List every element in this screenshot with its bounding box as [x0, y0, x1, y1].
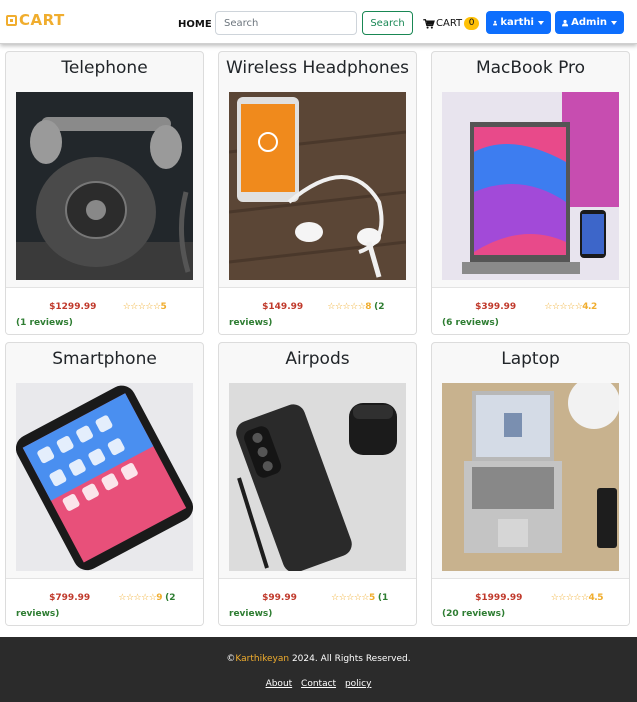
product-rating: 4.2: [582, 302, 597, 312]
copyright: ©Karthikeyan 2024. All Rights Reserved.: [0, 654, 637, 664]
rating-stars-icon: ☆☆☆☆☆: [544, 302, 583, 312]
logo-icon: [6, 14, 17, 26]
product-rating: 9: [156, 593, 163, 603]
product-title[interactable]: Smartphone: [6, 349, 203, 369]
product-card[interactable]: Wireless Headphones $149.99 ☆☆☆☆☆8 (2 re…: [218, 51, 417, 335]
cart-link[interactable]: CART 0: [423, 17, 480, 30]
product-title[interactable]: Telephone: [6, 58, 203, 78]
product-card[interactable]: MacBook Pro $399.99 ☆☆☆☆☆4.2 (6 reviews): [431, 51, 630, 335]
product-image-airpods[interactable]: [229, 383, 406, 571]
copyright-text: 2024. All Rights Reserved.: [289, 654, 411, 664]
product-title[interactable]: Laptop: [432, 349, 629, 369]
product-reviews: (20 reviews): [442, 609, 506, 619]
product-image-laptop[interactable]: [442, 383, 619, 571]
product-image-smartphone[interactable]: [16, 383, 193, 571]
product-image-wireless-headphones[interactable]: [229, 92, 406, 280]
footer-link-policy[interactable]: policy: [345, 679, 372, 689]
admin-menu-label: Admin: [571, 17, 607, 28]
cart-label: CART: [436, 18, 463, 29]
footer-link-about[interactable]: About: [266, 679, 293, 689]
product-card[interactable]: Airpods $99.99 ☆☆☆☆☆5 (1 reviews): [218, 342, 417, 626]
product-footer: $99.99 ☆☆☆☆☆5 (1 reviews): [219, 578, 416, 625]
user-menu-label: karthi: [500, 17, 534, 28]
product-title[interactable]: MacBook Pro: [432, 58, 629, 78]
product-price: $1299.99: [49, 302, 97, 312]
logo-text: CART: [19, 11, 65, 29]
admin-menu-button[interactable]: Admin: [555, 11, 624, 34]
product-image-telephone[interactable]: [16, 92, 193, 280]
nav-home-link[interactable]: HOME: [178, 19, 212, 30]
user-menu-button[interactable]: karthi: [486, 11, 551, 34]
product-image-macbook-pro[interactable]: [442, 92, 619, 280]
cart-icon: [423, 18, 435, 29]
user-icon: [562, 19, 569, 26]
product-footer: $399.99 ☆☆☆☆☆4.2 (6 reviews): [432, 287, 629, 334]
rating-stars-icon: ☆☆☆☆☆: [118, 593, 157, 603]
product-price: $799.99: [49, 593, 91, 603]
page-footer: ©Karthikeyan 2024. All Rights Reserved. …: [0, 637, 637, 702]
product-title[interactable]: Airpods: [219, 349, 416, 369]
navbar: CART HOME Search CART 0 karthi Admin: [0, 0, 637, 44]
brand-logo[interactable]: CART: [6, 11, 65, 29]
product-card[interactable]: Smartphone $799.99 ☆☆☆☆☆9 (2 reviews): [5, 342, 204, 626]
product-rating: 5: [369, 593, 375, 603]
product-reviews: (6 reviews): [442, 318, 499, 328]
product-card[interactable]: Laptop $1999.99 ☆☆☆☆☆4.5 (20 reviews): [431, 342, 630, 626]
product-price: $399.99: [475, 302, 517, 312]
product-price: $149.99: [262, 302, 304, 312]
search-button[interactable]: Search: [362, 11, 413, 35]
product-rating: 4.5: [588, 593, 604, 603]
user-icon: [493, 20, 498, 25]
search-input[interactable]: [215, 11, 357, 35]
chevron-down-icon: [538, 20, 544, 25]
product-title[interactable]: Wireless Headphones: [219, 58, 416, 78]
product-price: $99.99: [262, 593, 297, 603]
copyright-author[interactable]: Karthikeyan: [235, 654, 289, 664]
product-rating: 5: [160, 302, 167, 312]
cart-count-badge: 0: [464, 17, 480, 30]
product-reviews: (1 reviews): [16, 318, 73, 328]
rating-stars-icon: ☆☆☆☆☆: [122, 302, 161, 312]
product-footer: $149.99 ☆☆☆☆☆8 (2 reviews): [219, 287, 416, 334]
rating-stars-icon: ☆☆☆☆☆: [327, 302, 366, 312]
product-card[interactable]: Telephone $1299.99 ☆☆☆☆☆5 (1 reviews): [5, 51, 204, 335]
product-price: $1999.99: [475, 593, 523, 603]
product-rating: 8: [365, 302, 372, 312]
rating-stars-icon: ☆☆☆☆☆: [550, 593, 589, 603]
product-footer: $1299.99 ☆☆☆☆☆5 (1 reviews): [6, 287, 203, 334]
chevron-down-icon: [611, 20, 617, 25]
product-footer: $1999.99 ☆☆☆☆☆4.5 (20 reviews): [432, 578, 629, 625]
footer-links: About Contact policy: [0, 679, 637, 689]
footer-link-contact[interactable]: Contact: [301, 679, 336, 689]
product-footer: $799.99 ☆☆☆☆☆9 (2 reviews): [6, 578, 203, 625]
rating-stars-icon: ☆☆☆☆☆: [331, 593, 369, 603]
